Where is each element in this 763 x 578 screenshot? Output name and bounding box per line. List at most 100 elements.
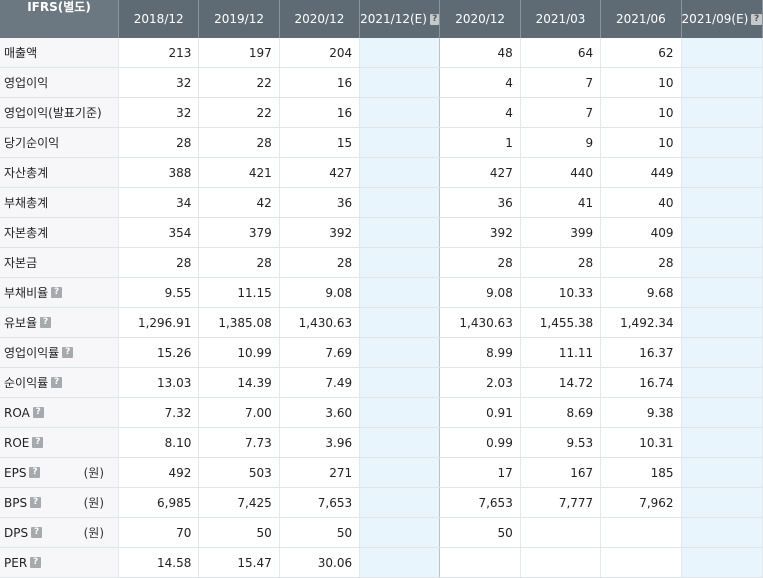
row-label-wrap: 부채비율? bbox=[4, 284, 118, 301]
row-label: 부채총계 bbox=[4, 196, 49, 210]
value-cell: 1,385.08 bbox=[198, 307, 280, 338]
period-header[interactable]: 2021/09(E)? bbox=[681, 0, 763, 38]
value-cell: 9.08 bbox=[279, 277, 361, 308]
row-label-wrap: 자본총계 bbox=[4, 224, 118, 241]
value-cell: 1,455.38 bbox=[520, 307, 602, 338]
value-cell: 30.06 bbox=[279, 547, 361, 578]
value-cell: 28 bbox=[600, 247, 682, 278]
value-cell: 28 bbox=[279, 247, 361, 278]
value-cell bbox=[359, 457, 441, 488]
value-cell: 503 bbox=[198, 457, 280, 488]
value-cell: 48 bbox=[439, 38, 521, 68]
row-label-cell: 영업이익률? bbox=[0, 337, 120, 368]
row-label-wrap: DPS? (원) bbox=[4, 524, 118, 541]
help-icon[interactable]: ? bbox=[31, 527, 43, 538]
value-cell: 41 bbox=[520, 187, 602, 218]
value-cell: 10.33 bbox=[520, 277, 602, 308]
value-cell: 392 bbox=[439, 217, 521, 248]
row-label-cell: 순이익률? bbox=[0, 367, 120, 398]
value-cell: 440 bbox=[520, 157, 602, 188]
value-cell bbox=[681, 517, 763, 548]
value-cell: 16 bbox=[279, 97, 361, 128]
value-cell bbox=[359, 38, 441, 68]
value-cell: 9.38 bbox=[600, 397, 682, 428]
value-cell: 28 bbox=[118, 127, 200, 158]
help-icon[interactable]: ? bbox=[32, 407, 44, 418]
help-icon[interactable]: ? bbox=[429, 13, 440, 25]
value-cell: 379 bbox=[198, 217, 280, 248]
value-cell: 3.60 bbox=[279, 397, 361, 428]
value-cell bbox=[681, 67, 763, 98]
row-label-cell: 부채비율? bbox=[0, 277, 120, 308]
table-row: 부채비율? 9.55 11.15 9.08 9.08 10.33 9.68 bbox=[0, 277, 763, 308]
table-row: 당기순이익 28 28 15 1 9 10 bbox=[0, 127, 763, 158]
value-cell: 427 bbox=[279, 157, 361, 188]
help-icon[interactable]: ? bbox=[40, 317, 52, 328]
value-cell bbox=[359, 277, 441, 308]
row-unit: (원) bbox=[83, 526, 105, 540]
help-icon[interactable]: ? bbox=[51, 377, 63, 388]
value-cell: 36 bbox=[279, 187, 361, 218]
value-cell: 15.47 bbox=[198, 547, 280, 578]
row-label-wrap: BPS? (원) bbox=[4, 494, 118, 511]
value-cell bbox=[359, 367, 441, 398]
row-label-wrap: PER? bbox=[4, 556, 118, 570]
help-icon[interactable]: ? bbox=[62, 347, 74, 358]
table-row: 자산총계 388 421 427 427 440 449 bbox=[0, 157, 763, 188]
value-cell bbox=[359, 217, 441, 248]
value-cell: 7,653 bbox=[279, 487, 361, 518]
row-label-wrap: 부채총계 bbox=[4, 194, 118, 211]
value-cell bbox=[359, 247, 441, 278]
period-label: 2021/06 bbox=[615, 12, 666, 26]
value-cell: 15 bbox=[279, 127, 361, 158]
row-label-cell: BPS? (원) bbox=[0, 487, 120, 518]
value-cell: 492 bbox=[118, 457, 200, 488]
value-cell: 11.11 bbox=[520, 337, 602, 368]
value-cell: 9.68 bbox=[600, 277, 682, 308]
row-label: 순이익률 bbox=[4, 376, 49, 390]
help-icon[interactable]: ? bbox=[29, 467, 41, 478]
table-body: 매출액 213 197 204 48 64 62 영업이익 32 22 16 4 7 10 영업이익(발표기… bbox=[0, 38, 763, 578]
table-row: 매출액 213 197 204 48 64 62 bbox=[0, 38, 763, 68]
row-label: DPS bbox=[4, 525, 29, 540]
row-label-cell: 부채총계 bbox=[0, 187, 120, 218]
value-cell: 16.74 bbox=[600, 367, 682, 398]
value-cell: 42 bbox=[198, 187, 280, 218]
value-cell: 1,492.34 bbox=[600, 307, 682, 338]
help-icon[interactable]: ? bbox=[32, 437, 44, 448]
value-cell: 14.39 bbox=[198, 367, 280, 398]
value-cell: 70 bbox=[118, 517, 200, 548]
row-label-wrap: 영업이익(발표기준) bbox=[4, 104, 118, 121]
row-label: ROE bbox=[4, 435, 30, 450]
period-header-content: 2021/12(E)? bbox=[360, 0, 440, 38]
value-cell: 204 bbox=[279, 38, 361, 68]
value-cell: 197 bbox=[198, 38, 280, 68]
table-row: 순이익률? 13.03 14.39 7.49 2.03 14.72 16.74 bbox=[0, 367, 763, 398]
value-cell bbox=[681, 187, 763, 218]
header-row: IFRS(별도) 2018/12 2019/12 2020/12 2021/12(E)… bbox=[0, 0, 763, 38]
value-cell: 4 bbox=[439, 97, 521, 128]
value-cell bbox=[681, 307, 763, 338]
help-icon[interactable]: ? bbox=[51, 287, 63, 298]
row-label-cell: 매출액 bbox=[0, 38, 120, 68]
help-icon[interactable]: ? bbox=[30, 497, 42, 508]
period-header[interactable]: 2021/12(E)? bbox=[359, 0, 441, 38]
row-label: 유보율 bbox=[4, 316, 38, 330]
value-cell: 449 bbox=[600, 157, 682, 188]
value-cell bbox=[359, 67, 441, 98]
value-cell bbox=[359, 307, 441, 338]
row-label: 자산총계 bbox=[4, 166, 49, 180]
value-cell: 4 bbox=[439, 67, 521, 98]
value-cell bbox=[681, 38, 763, 68]
period-header-content: 2021/09(E)? bbox=[682, 0, 762, 38]
value-cell bbox=[359, 517, 441, 548]
value-cell: 13.03 bbox=[118, 367, 200, 398]
value-cell: 28 bbox=[198, 127, 280, 158]
value-cell bbox=[681, 277, 763, 308]
help-icon[interactable]: ? bbox=[751, 13, 762, 25]
value-cell bbox=[600, 517, 682, 548]
row-label-cell: PER? bbox=[0, 547, 120, 578]
value-cell: 421 bbox=[198, 157, 280, 188]
value-cell: 36 bbox=[439, 187, 521, 218]
help-icon[interactable]: ? bbox=[30, 557, 42, 568]
